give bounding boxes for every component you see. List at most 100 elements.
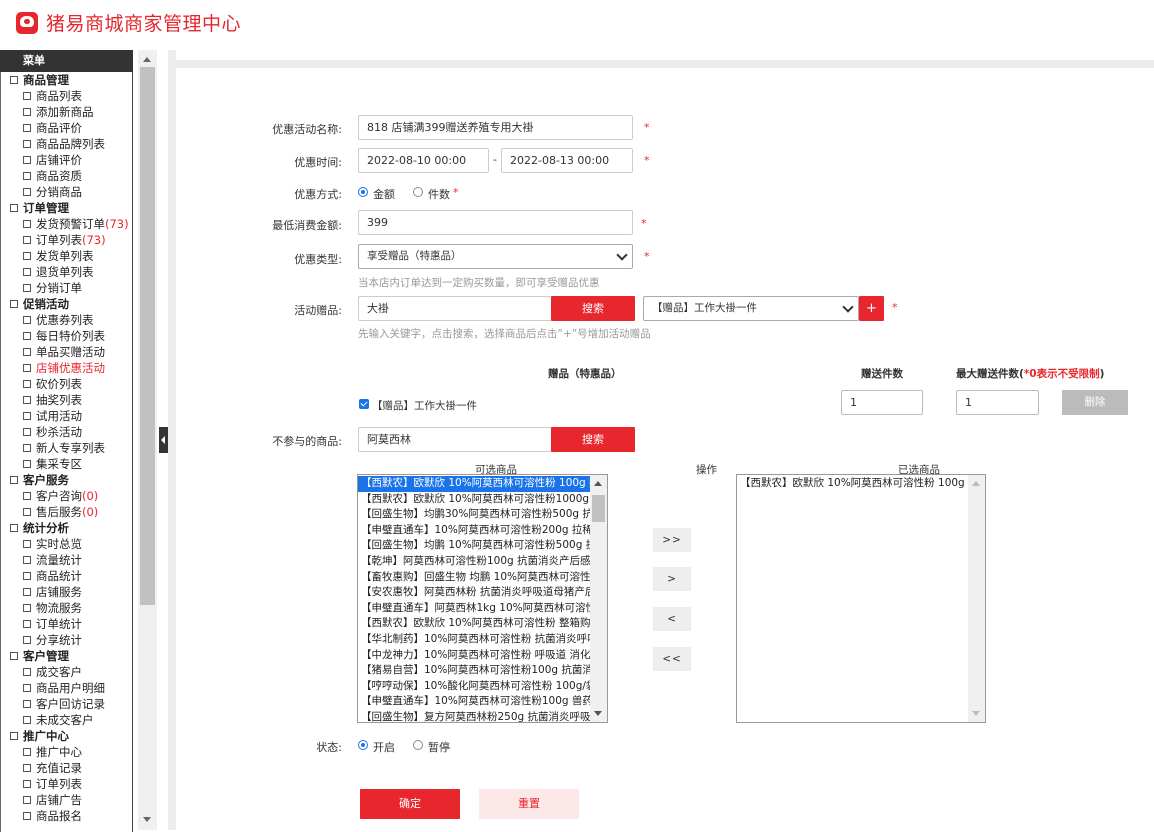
available-product-option[interactable]: 【申璧直通车】10%阿莫西林可溶性粉200g 拉稀病 [358,523,591,539]
sidebar-item[interactable]: 分销商品 [1,184,132,200]
sidebar-group[interactable]: 客户服务 [1,472,132,488]
available-product-option[interactable]: 【申璧直通车】阿莫西林1kg 10%阿莫西林可溶性粉 [358,601,591,617]
available-product-option[interactable]: 【猪易自营】10%阿莫西林可溶性粉100g 抗菌消炎 [358,663,591,679]
name-input[interactable]: 818 店铺满399赠送养殖专用大褂 [358,115,633,140]
list-scrollbar[interactable] [590,475,607,722]
sidebar-item[interactable]: 订单列表 [1,776,132,792]
scroll-up-icon[interactable] [594,481,602,486]
sidebar-item[interactable]: 发货预警订单(73) [1,216,132,232]
sidebar-item[interactable]: 新人专享列表 [1,440,132,456]
exclude-search-input[interactable]: 阿莫西林 [358,427,552,452]
sidebar-item[interactable]: 商品统计 [1,568,132,584]
sidebar-group[interactable]: 促销活动 [1,296,132,312]
sidebar-item[interactable]: 推广中心 [1,744,132,760]
gift-max-input[interactable]: 1 [956,390,1039,415]
available-product-option[interactable]: 【华北制药】10%阿莫西林可溶性粉 抗菌消炎呼吸 [358,632,591,648]
scrollbar-thumb[interactable] [140,67,155,605]
available-product-option[interactable]: 【哼哼动保】10%酸化阿莫西林可溶性粉 100g/袋 [358,679,591,695]
sidebar-group[interactable]: 订单管理 [1,200,132,216]
gift-search-button[interactable]: 搜索 [551,296,635,321]
sidebar-item[interactable]: 成交客户 [1,664,132,680]
sidebar-item[interactable]: 物流服务 [1,600,132,616]
status-pause-radio[interactable] [413,740,423,750]
available-product-option[interactable]: 【回盛生物】均鹏 10%阿莫西林可溶性粉500g 抗菌 [358,538,591,554]
gift-qty-input[interactable]: 1 [841,390,923,415]
available-product-option[interactable]: 【西默农】欧默欣 10%阿莫西林可溶性粉 整箱购10 [358,616,591,632]
sidebar-item[interactable]: 抽奖列表 [1,392,132,408]
reset-button[interactable]: 重置 [479,789,579,819]
sidebar-scrollbar[interactable] [138,50,157,830]
list-scrollbar[interactable] [968,475,985,722]
move-right-button[interactable]: > [653,567,691,591]
move-all-right-button[interactable]: >> [653,528,691,552]
available-product-option[interactable]: 【西默农】欧默欣 10%阿莫西林可溶性粉1000g 抗菌 [358,492,591,508]
mode-count-radio[interactable] [413,187,423,197]
sidebar-item[interactable]: 优惠券列表 [1,312,132,328]
sidebar-item[interactable]: 分销订单 [1,280,132,296]
sidebar-item[interactable]: 店铺优惠活动 [1,360,132,376]
available-product-option[interactable]: 【乾坤】阿莫西林可溶性粉100g 抗菌消炎产后感染 [358,554,591,570]
sidebar-item[interactable]: 充值记录 [1,760,132,776]
sidebar-item[interactable]: 砍价列表 [1,376,132,392]
scroll-down-icon[interactable] [594,711,602,716]
move-all-left-button[interactable]: << [653,647,691,671]
scroll-down-icon[interactable] [143,817,151,822]
sidebar-item[interactable]: 发货单列表 [1,248,132,264]
available-product-option[interactable]: 【畜牧惠购】回盛生物 均鹏 10%阿莫西林可溶性粉 [358,570,591,586]
available-product-option[interactable]: 【安农惠牧】阿莫西林粉 抗菌消炎呼吸道母猪产后 [358,585,591,601]
sidebar-item[interactable]: 流量统计 [1,552,132,568]
sidebar-item[interactable]: 客户回访记录 [1,696,132,712]
add-gift-button[interactable]: + [859,296,884,321]
available-product-option[interactable]: 【回盛生物】均鹏30%阿莫西林可溶性粉500g 抗菌 [358,507,591,523]
sidebar-item[interactable]: 订单统计 [1,616,132,632]
sidebar-item[interactable]: 集采专区 [1,456,132,472]
sidebar-item[interactable]: 单品买赠活动 [1,344,132,360]
available-product-option[interactable]: 【申璧直通车】10%阿莫西林可溶性粉100g 兽药猪 [358,694,591,710]
sidebar-item[interactable]: 客户咨询(0) [1,488,132,504]
sidebar-item[interactable]: 店铺评价 [1,152,132,168]
gift-row-checkbox[interactable] [359,399,369,409]
sidebar-item[interactable]: 售后服务(0) [1,504,132,520]
available-product-option[interactable]: 【西默农】欧默欣 10%阿莫西林可溶性粉 100g 抗菌 [358,476,591,492]
sidebar-item[interactable]: 实时总览 [1,536,132,552]
available-product-option[interactable]: 【中龙神力】10%阿莫西林可溶性粉 呼吸道 消化道 [358,648,591,664]
confirm-button[interactable]: 确定 [360,789,460,819]
sidebar-item[interactable]: 每日特价列表 [1,328,132,344]
sidebar-group[interactable]: 统计分析 [1,520,132,536]
sidebar-item[interactable]: 试用活动 [1,408,132,424]
sidebar-item[interactable]: 商品报名 [1,808,132,824]
sidebar-item[interactable]: 商品用户明细 [1,680,132,696]
sidebar-item[interactable]: 商品资质 [1,168,132,184]
scrollbar-thumb[interactable] [592,495,605,522]
sidebar-item[interactable]: 商品列表 [1,88,132,104]
sidebar-item[interactable]: 商品品牌列表 [1,136,132,152]
scroll-up-icon[interactable] [143,57,151,62]
available-products-list[interactable]: 【西默农】欧默欣 10%阿莫西林可溶性粉 100g 抗菌 【西默农】欧默欣 10%… [357,474,608,723]
type-select[interactable]: 享受赠品（特惠品） [358,244,633,269]
scroll-up-icon[interactable] [972,481,980,486]
gift-select[interactable]: 【赠品】工作大褂一件 [643,296,859,321]
sidebar-group[interactable]: 推广中心 [1,728,132,744]
sidebar-item[interactable]: 订单列表(73) [1,232,132,248]
min-amount-input[interactable]: 399 [358,210,633,235]
gift-search-input[interactable]: 大褂 [358,296,552,321]
delete-gift-button[interactable]: 删除 [1062,390,1128,415]
sidebar-item[interactable]: 秒杀活动 [1,424,132,440]
mode-amount-radio[interactable] [358,187,368,197]
move-left-button[interactable]: < [653,607,691,631]
collapse-sidebar-icon[interactable] [159,427,168,453]
sidebar-item[interactable]: 商品评价 [1,120,132,136]
selected-product-option[interactable]: 【西默农】欧默欣 10%阿莫西林可溶性粉 100g 抗菌 [737,476,969,492]
sidebar-item[interactable]: 添加新商品 [1,104,132,120]
start-time-input[interactable]: 2022-08-10 00:00 [358,148,489,173]
sidebar-item[interactable]: 分享统计 [1,632,132,648]
status-on-radio[interactable] [358,740,368,750]
sidebar-item[interactable]: 店铺广告 [1,792,132,808]
sidebar-group[interactable]: 客户管理 [1,648,132,664]
end-time-input[interactable]: 2022-08-13 00:00 [501,148,633,173]
sidebar-item[interactable]: 退货单列表 [1,264,132,280]
sidebar-item[interactable]: 未成交客户 [1,712,132,728]
exclude-search-button[interactable]: 搜索 [551,427,635,452]
sidebar-group[interactable]: 商品管理 [1,72,132,88]
scroll-down-icon[interactable] [972,711,980,716]
